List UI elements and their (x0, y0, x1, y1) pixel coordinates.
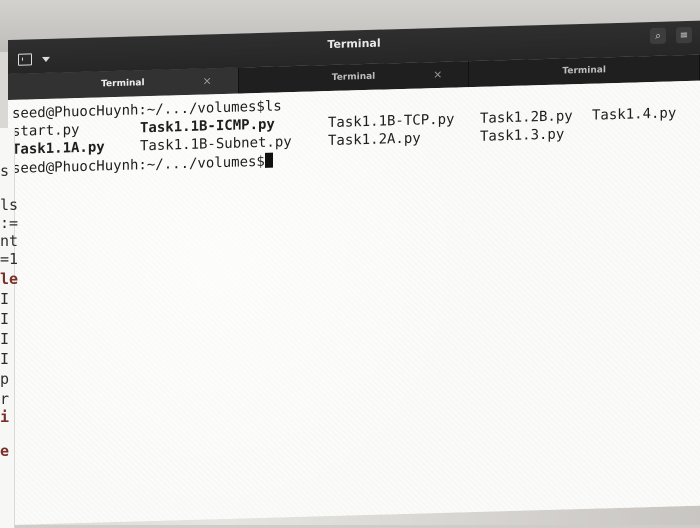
title-actions: ⌕ ≡ (650, 26, 692, 45)
background-text: I (0, 350, 10, 368)
background-text: i (0, 408, 10, 426)
tab-label: Terminal (562, 65, 606, 77)
background-text: ls (0, 196, 19, 214)
file-entry: Task1.1A.py (12, 139, 105, 158)
menu-icon[interactable]: ≡ (676, 26, 692, 44)
background-text: := (0, 214, 19, 232)
search-icon[interactable]: ⌕ (650, 27, 666, 45)
file-entry: Task1.3.py (480, 126, 565, 145)
tab-label: Terminal (101, 78, 145, 90)
file-entry: Task1.1B-Subnet.py (140, 134, 292, 155)
background-text: =1 (0, 250, 19, 268)
terminal-output[interactable]: seed@PhuocHuynh:~/.../volumes$ls start.p… (8, 80, 700, 526)
prompt-text: seed@PhuocHuynh:~/.../volumes$ (12, 153, 265, 177)
tab-label: Terminal (331, 71, 376, 83)
background-text: p (0, 370, 10, 388)
background-text: r (0, 390, 10, 408)
close-icon[interactable]: × (433, 62, 442, 88)
file-entry: Task1.2A.py (328, 130, 421, 150)
background-text: s (0, 162, 10, 180)
file-entry: Task1.2B.py (480, 108, 573, 127)
text-cursor (264, 152, 273, 168)
close-icon[interactable]: × (202, 68, 211, 94)
file-entry: Task1.4.py (592, 105, 677, 124)
file-entry: Task1.1B-TCP.py (328, 111, 455, 132)
background-text: le (0, 270, 19, 288)
screen: Terminal ⌕ ≡ Terminal × Terminal × Termi… (8, 20, 700, 526)
file-entry: start.py (12, 122, 80, 140)
background-text: I (0, 330, 10, 348)
background-text: I (0, 310, 10, 328)
background-text: e (0, 442, 10, 460)
background-editor-window: s ls := nt =1 le I I I I p r i e (0, 128, 19, 528)
file-entry: Task1.1B-ICMP.py (140, 116, 275, 137)
background-text: I (0, 290, 10, 308)
background-text: nt (0, 232, 19, 250)
